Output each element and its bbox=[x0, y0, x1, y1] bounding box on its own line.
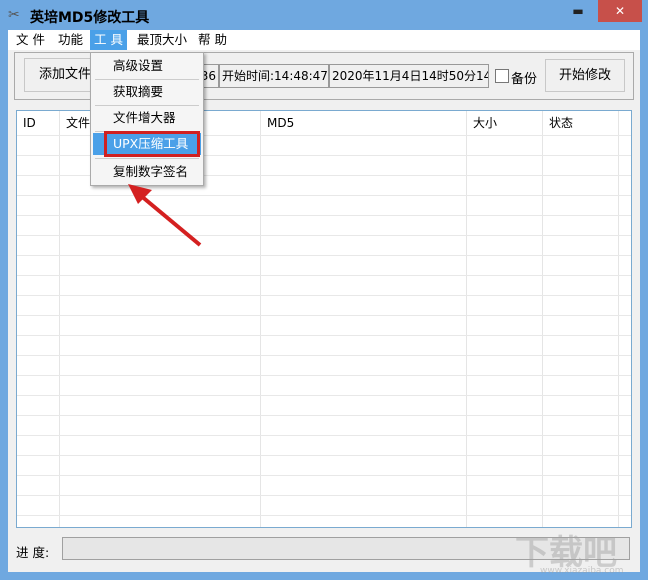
watermark-url: www.xiazaiba.com bbox=[540, 566, 624, 576]
annotation-arrow-icon bbox=[128, 184, 202, 247]
